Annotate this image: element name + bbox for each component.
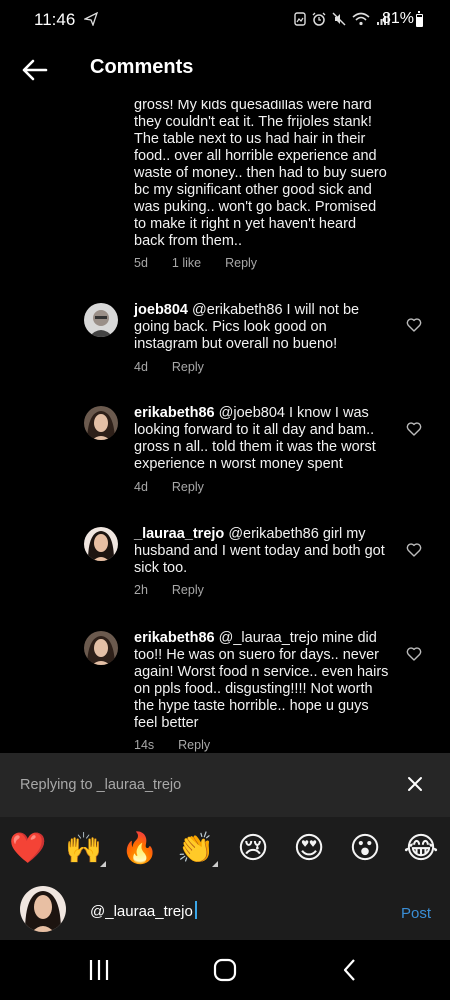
emoji-quick-row: ❤️ 🙌 🔥 👏 😢 😍 😮 😂 xyxy=(0,817,450,883)
mute-icon xyxy=(332,12,346,29)
like-heart-icon[interactable] xyxy=(406,421,422,437)
status-time: 11:46 xyxy=(34,10,76,29)
reply-button[interactable]: Reply xyxy=(172,360,204,374)
status-icons xyxy=(294,12,390,29)
comment-input[interactable]: @_lauraa_trejo xyxy=(90,901,197,920)
reply-button[interactable]: Reply xyxy=(172,480,204,494)
comment-text: _lauraa_trejo @erikabeth86 girl my husba… xyxy=(134,526,389,577)
comment-text: erikabeth86 @joeb804 I know I was lookin… xyxy=(134,405,389,473)
comment-time: 4d xyxy=(134,480,148,494)
image-notification-icon xyxy=(294,12,306,29)
emoji-button[interactable]: 😮 xyxy=(345,829,385,869)
reply-button[interactable]: Reply xyxy=(178,738,210,752)
emoji-button[interactable]: ❤️ xyxy=(8,829,48,869)
avatar[interactable] xyxy=(84,303,118,337)
comment-meta: 4d Reply xyxy=(134,360,228,374)
back-arrow-icon[interactable] xyxy=(16,52,52,88)
status-bar: 11:46 81% xyxy=(0,0,450,40)
comments-list: gross! My kids quesadillas were hard the… xyxy=(0,100,450,752)
comment-time: 2h xyxy=(134,583,148,597)
comment-meta: 4d Reply xyxy=(134,480,228,494)
skin-tone-indicator-icon xyxy=(212,861,218,867)
comment-username[interactable]: erikabeth86 xyxy=(134,405,215,421)
alarm-icon xyxy=(312,12,326,29)
paper-plane-icon xyxy=(82,11,99,29)
home-icon[interactable] xyxy=(210,958,240,982)
comment-meta: 14s Reply xyxy=(134,738,234,752)
avatar[interactable] xyxy=(84,631,118,665)
page-title: Comments xyxy=(90,56,194,78)
avatar[interactable] xyxy=(84,406,118,440)
battery-icon xyxy=(416,11,423,27)
emoji-button[interactable]: 👏 xyxy=(176,829,218,869)
like-heart-icon[interactable] xyxy=(406,646,422,662)
comment-meta: 2h Reply xyxy=(134,583,228,597)
comment-text: joeb804 @erikabeth86 I will not be going… xyxy=(134,302,389,353)
comment-input-value: @_lauraa_trejo xyxy=(90,903,193,920)
comment-time: 4d xyxy=(134,360,148,374)
comment-input-row: @_lauraa_trejo Post xyxy=(0,883,450,940)
comment-body: gross! My kids quesadillas were hard the… xyxy=(134,100,387,249)
header: Comments xyxy=(0,40,450,100)
comment-username[interactable]: _lauraa_trejo xyxy=(134,526,224,542)
emoji-button[interactable]: 🔥 xyxy=(120,829,160,869)
comment-username[interactable]: erikabeth86 xyxy=(134,630,215,646)
text-cursor xyxy=(194,901,197,919)
close-icon[interactable] xyxy=(404,773,426,795)
reply-button[interactable]: Reply xyxy=(225,256,257,270)
like-heart-icon[interactable] xyxy=(406,542,422,558)
avatar[interactable] xyxy=(84,527,118,561)
replying-to-bar: Replying to _lauraa_trejo xyxy=(0,753,450,817)
emoji-button[interactable]: 😢 xyxy=(233,829,273,869)
skin-tone-indicator-icon xyxy=(100,861,106,867)
comment-text: erikabeth86 @_lauraa_trejo mine did too!… xyxy=(134,630,389,732)
emoji-button[interactable]: 😍 xyxy=(289,829,329,869)
emoji-button[interactable]: 😂 xyxy=(401,829,441,869)
comment-time: 14s xyxy=(134,738,155,752)
system-nav-bar xyxy=(0,940,450,1000)
comment-text: gross! My kids quesadillas were hard the… xyxy=(134,100,389,250)
post-button[interactable]: Post xyxy=(401,905,431,922)
comment-time: 5d xyxy=(134,256,148,270)
back-icon[interactable] xyxy=(336,958,366,982)
wifi-icon xyxy=(352,12,370,29)
comment-likes[interactable]: 1 like xyxy=(172,256,201,270)
recent-apps-icon[interactable] xyxy=(84,958,114,982)
replying-to-text: Replying to _lauraa_trejo xyxy=(20,777,182,793)
comment-meta: 5d 1 like Reply xyxy=(134,256,281,270)
like-heart-icon[interactable] xyxy=(406,317,422,333)
reply-button[interactable]: Reply xyxy=(172,583,204,597)
battery-percentage: 81% xyxy=(381,10,414,27)
comment-username[interactable]: joeb804 xyxy=(134,302,188,318)
avatar xyxy=(20,886,66,932)
emoji-button[interactable]: 🙌 xyxy=(64,829,106,869)
